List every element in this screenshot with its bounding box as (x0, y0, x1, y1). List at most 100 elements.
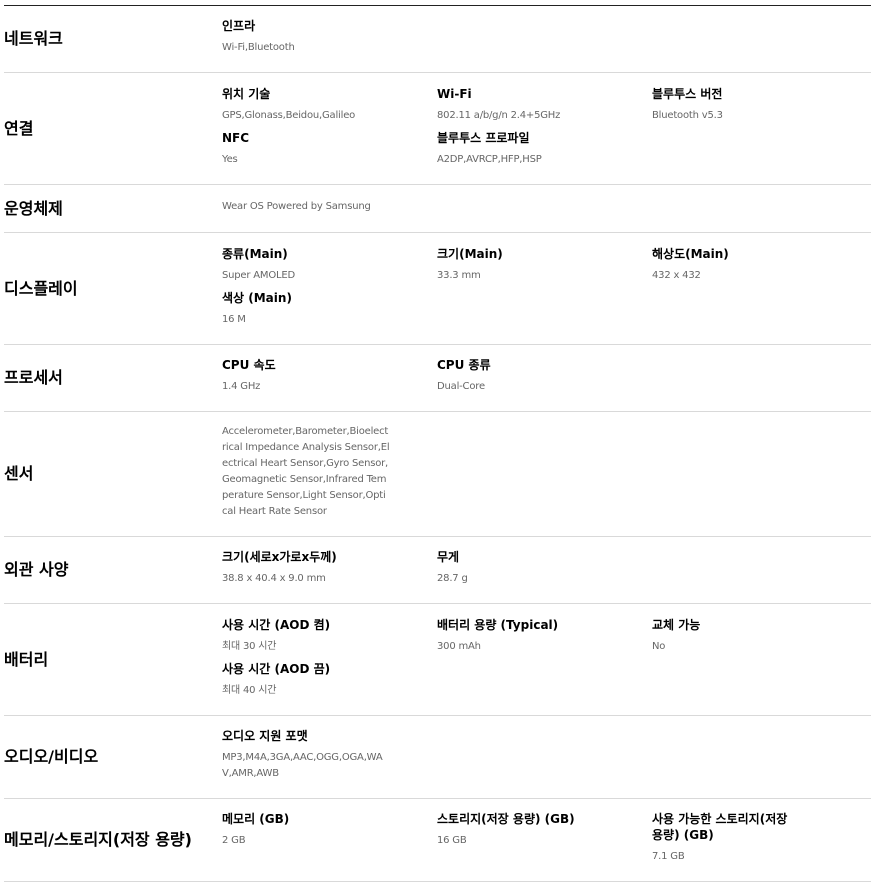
spec-value: Super AMOLED (222, 269, 296, 281)
spec-item: 크기(세로x가로x두께) 38.8 x 40.4 x 9.0 mm (222, 549, 437, 587)
spec-category: 연결 (4, 118, 34, 138)
spec-items: 위치 기술 GPS,Glonass,Beidou,Galileo Wi-Fi 802.… (222, 74, 871, 184)
spec-label: 사용 시간 (AOD 켬) (222, 617, 331, 632)
spec-value: 1.4 GHz (222, 381, 261, 392)
spec-item: 오디오 지원 포맷 MP3,M4A,3GA,AAC,OGG,OGA,WAV,AMR… (222, 728, 402, 782)
spec-value: 432 x 432 (652, 269, 701, 281)
spec-label: 해상도(Main) (652, 246, 729, 261)
spec-label: 인프라 (222, 19, 256, 33)
spec-value: 28.7 g (437, 573, 468, 584)
spec-items: 종류(Main) Super AMOLED 크기(Main) 33.3 mm 해상도(M… (222, 234, 871, 344)
spec-value: 16 GB (437, 835, 467, 846)
spec-item: 배터리 용량 (Typical) 300 mAh (437, 617, 652, 655)
spec-items: Accelerometer,Barometer,Bioelectrical Im… (222, 412, 402, 536)
spec-value: No (652, 640, 666, 652)
spec-label: CPU 종류 (437, 358, 491, 372)
spec-category: 운영체제 (4, 198, 63, 218)
spec-items: 오디오 지원 포맷 MP3,M4A,3GA,AAC,OGG,OGA,WAV,AMR… (222, 716, 402, 798)
spec-category: 오디오/비디오 (4, 747, 99, 766)
spec-value: A2DP,AVRCP,HFP,HSP (437, 153, 542, 165)
spec-value: 300 mAh (437, 640, 481, 652)
spec-items: CPU 속도 1.4 GHz CPU 종류 Dual-Core (222, 345, 652, 411)
spec-item: 블루투스 버전 Bluetooth v5.3 (652, 86, 867, 124)
spec-items: 크기(세로x가로x두께) 38.8 x 40.4 x 9.0 mm 무게 28.7 g (222, 537, 652, 603)
spec-row: 디스플레이 종류(Main) Super AMOLED 크기(Main) 33.3 mm… (4, 233, 871, 345)
spec-items: 인프라 Wi-Fi,Bluetooth (222, 6, 437, 72)
spec-item: CPU 속도 1.4 GHz (222, 357, 437, 395)
spec-value: Wear OS Powered by Samsung (222, 200, 371, 212)
spec-row: 연결 위치 기술 GPS,Glonass,Beidou,Galileo Wi-Fi 80… (4, 73, 871, 185)
spec-label: 오디오 지원 포맷 (222, 729, 308, 743)
spec-item: 교체 가능 No (652, 617, 867, 655)
spec-item: Wi-Fi 802.11 a/b/g/n 2.4+5GHz (437, 86, 652, 124)
spec-value: 38.8 x 40.4 x 9.0 mm (222, 573, 326, 584)
spec-row: 운영체제 Wear OS Powered by Samsung (4, 185, 871, 233)
spec-item: 무게 28.7 g (437, 549, 652, 587)
spec-label: 메모리 (GB) (222, 812, 290, 826)
spec-item: 크기(Main) 33.3 mm (437, 246, 652, 284)
spec-value: MP3,M4A,3GA,AAC,OGG,OGA,WAV,AMR,AWB (222, 752, 383, 779)
spec-value: 7.1 GB (652, 851, 685, 862)
spec-label: 배터리 용량 (Typical) (437, 617, 559, 632)
spec-row: 프로세서 CPU 속도 1.4 GHz CPU 종류 Dual-Core (4, 345, 871, 412)
spec-row: 외관 사양 크기(세로x가로x두께) 38.8 x 40.4 x 9.0 mm 무게 2… (4, 537, 871, 604)
spec-item: 메모리 (GB) 2 GB (222, 811, 437, 865)
spec-label: 종류(Main) (222, 246, 288, 261)
spec-item: Wear OS Powered by Samsung (222, 199, 437, 215)
spec-category: 프로세서 (4, 368, 63, 387)
spec-item: NFC Yes (222, 130, 437, 168)
spec-row: 오디오/비디오 오디오 지원 포맷 MP3,M4A,3GA,AAC,OGG,OGA,… (4, 716, 871, 799)
spec-item: 사용 가능한 스토리지(저장 용량) (GB) 7.1 GB (652, 811, 812, 865)
spec-table: 네트워크 인프라 Wi-Fi,Bluetooth 연결 위치 기술 GPS,Glonass… (4, 5, 871, 882)
spec-value: Yes (222, 153, 238, 165)
spec-item: 위치 기술 GPS,Glonass,Beidou,Galileo (222, 86, 437, 124)
spec-value: 최대 30 시간 (222, 640, 277, 652)
spec-value: Bluetooth v5.3 (652, 109, 723, 121)
spec-label: 색상 (Main) (222, 290, 292, 305)
spec-item: 사용 시간 (AOD 켬) 최대 30 시간 (222, 617, 437, 655)
spec-label: Wi-Fi (437, 86, 472, 101)
spec-label: 블루투스 버전 (652, 86, 723, 101)
spec-item: 색상 (Main) 16 M (222, 290, 437, 328)
spec-category: 외관 사양 (4, 560, 69, 579)
spec-item: 블루투스 프로파일 A2DP,AVRCP,HFP,HSP (437, 130, 652, 168)
spec-label: 교체 가능 (652, 617, 701, 632)
spec-value: Dual-Core (437, 381, 485, 392)
spec-item: 사용 시간 (AOD 끔) 최대 40 시간 (222, 661, 437, 699)
spec-item: Accelerometer,Barometer,Bioelectrical Im… (222, 424, 402, 520)
spec-item: 스토리지(저장 용량) (GB) 16 GB (437, 811, 652, 865)
spec-item: 종류(Main) Super AMOLED (222, 246, 437, 284)
spec-row: 배터리 사용 시간 (AOD 켬) 최대 30 시간 배터리 용량 (Typical)… (4, 604, 871, 716)
spec-label: NFC (222, 130, 250, 145)
spec-items: Wear OS Powered by Samsung (222, 187, 437, 231)
spec-label: 위치 기술 (222, 86, 271, 101)
spec-item: 해상도(Main) 432 x 432 (652, 246, 867, 284)
spec-category: 네트워크 (4, 29, 63, 48)
spec-value: 16 M (222, 313, 246, 325)
spec-label: 크기(Main) (437, 246, 503, 261)
spec-row: 메모리/스토리지(저장 용량) 메모리 (GB) 2 GB 스토리지(저장 용량) (… (4, 799, 871, 882)
spec-row: 센서 Accelerometer,Barometer,Bioelectrical … (4, 412, 871, 537)
spec-label: 블루투스 프로파일 (437, 130, 530, 145)
spec-value: 최대 40 시간 (222, 684, 277, 696)
spec-items: 메모리 (GB) 2 GB 스토리지(저장 용량) (GB) 16 GB 사용 가능한 … (222, 799, 812, 881)
spec-label: 스토리지(저장 용량) (GB) (437, 812, 575, 826)
spec-value: GPS,Glonass,Beidou,Galileo (222, 109, 356, 121)
spec-category: 배터리 (4, 649, 49, 669)
spec-label: 사용 시간 (AOD 끔) (222, 661, 331, 676)
spec-item: 인프라 Wi-Fi,Bluetooth (222, 18, 437, 56)
spec-row: 네트워크 인프라 Wi-Fi,Bluetooth (4, 6, 871, 73)
spec-category: 디스플레이 (4, 278, 78, 298)
spec-label: 크기(세로x가로x두께) (222, 550, 337, 564)
spec-value: Accelerometer,Barometer,Bioelectrical Im… (222, 426, 390, 517)
spec-value: Wi-Fi,Bluetooth (222, 42, 295, 53)
spec-value: 33.3 mm (437, 269, 481, 281)
spec-category: 센서 (4, 464, 34, 483)
spec-value: 802.11 a/b/g/n 2.4+5GHz (437, 109, 561, 121)
spec-item: CPU 종류 Dual-Core (437, 357, 652, 395)
spec-items: 사용 시간 (AOD 켬) 최대 30 시간 배터리 용량 (Typical) 300… (222, 605, 871, 715)
spec-value: 2 GB (222, 835, 246, 846)
spec-label: 무게 (437, 550, 460, 564)
spec-label: CPU 속도 (222, 358, 276, 372)
spec-category: 메모리/스토리지(저장 용량) (4, 830, 192, 849)
